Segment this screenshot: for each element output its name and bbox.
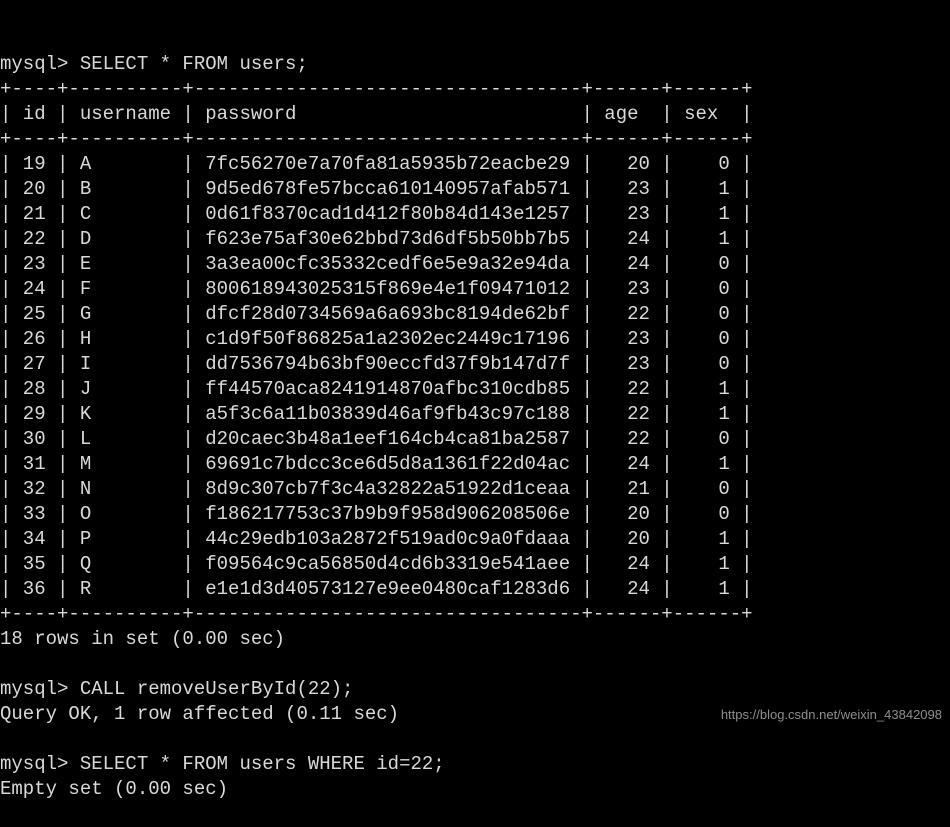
watermark-text: https://blog.csdn.net/weixin_43842098 bbox=[720, 707, 942, 722]
table-row: | 25 | G | dfcf28d0734569a6a693bc8194de6… bbox=[0, 303, 753, 325]
table-row: | 29 | K | a5f3c6a11b03839d46af9fb43c97c… bbox=[0, 403, 753, 425]
table-row: | 23 | E | 3a3ea00cfc35332cedf6e5e9a32e9… bbox=[0, 253, 753, 275]
terminal-output: mysql> SELECT * FROM users; +----+-------… bbox=[0, 52, 950, 802]
table-border-top: +----+----------+-----------------------… bbox=[0, 78, 753, 100]
table-header-row: | id | username | password | age | sex | bbox=[0, 103, 753, 125]
table-row: | 36 | R | e1e1d3d40573127e9ee0480caf128… bbox=[0, 578, 753, 600]
table-row: | 35 | Q | f09564c9ca56850d4cd6b3319e541… bbox=[0, 553, 753, 575]
table-row: | 19 | A | 7fc56270e7a70fa81a5935b72eacb… bbox=[0, 153, 753, 175]
terminal-screen: mysql> SELECT * FROM users; +----+-------… bbox=[0, 0, 950, 800]
table-row: | 32 | N | 8d9c307cb7f3c4a32822a51922d1c… bbox=[0, 478, 753, 500]
table-row: | 28 | J | ff44570aca8241914870afbc310cd… bbox=[0, 378, 753, 400]
table-row: | 24 | F | 800618943025315f869e4e1f09471… bbox=[0, 278, 753, 300]
table-border-bottom: +----+----------+-----------------------… bbox=[0, 603, 753, 625]
command-select-where: mysql> SELECT * FROM users WHERE id=22; bbox=[0, 753, 445, 775]
table-row: | 31 | M | 69691c7bdcc3ce6d5d8a1361f22d0… bbox=[0, 453, 753, 475]
table-row: | 21 | C | 0d61f8370cad1d412f80b84d143e1… bbox=[0, 203, 753, 225]
table-row: | 33 | O | f186217753c37b9b9f958d9062085… bbox=[0, 503, 753, 525]
table-row: | 30 | L | d20caec3b48a1eef164cb4ca81ba2… bbox=[0, 428, 753, 450]
table-row: | 26 | H | c1d9f50f86825a1a2302ec2449c17… bbox=[0, 328, 753, 350]
command-call-procedure: mysql> CALL removeUserById(22); bbox=[0, 678, 354, 700]
table-border-header: +----+----------+-----------------------… bbox=[0, 128, 753, 150]
command-select-all: mysql> SELECT * FROM users; bbox=[0, 53, 308, 75]
result-rows-in-set: 18 rows in set (0.00 sec) bbox=[0, 628, 286, 650]
table-row: | 34 | P | 44c29edb103a2872f519ad0c9a0fd… bbox=[0, 528, 753, 550]
table-row: | 22 | D | f623e75af30e62bbd73d6df5b50bb… bbox=[0, 228, 753, 250]
table-row: | 27 | I | dd7536794b63bf90eccfd37f9b147… bbox=[0, 353, 753, 375]
result-empty-set: Empty set (0.00 sec) bbox=[0, 778, 229, 800]
table-row: | 20 | B | 9d5ed678fe57bcca610140957afab… bbox=[0, 178, 753, 200]
